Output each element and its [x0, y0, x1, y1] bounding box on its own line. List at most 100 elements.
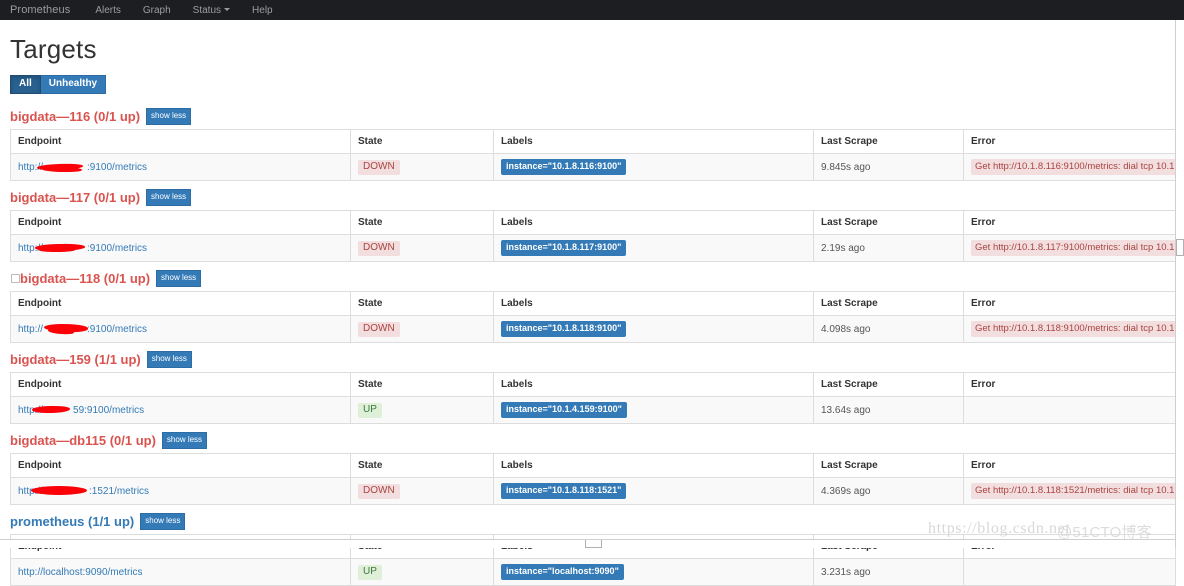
table-header-error: Error — [963, 129, 1176, 154]
table-header-endpoint: Endpoint — [10, 210, 351, 235]
table-header-last-scrape: Last Scrape — [813, 291, 964, 316]
target-group-header: bigdata—db115 (0/1 up) show less — [10, 431, 1176, 449]
brand-prometheus[interactable]: Prometheus — [10, 4, 84, 16]
instance-label-badge[interactable]: instance="localhost:9090" — [501, 564, 624, 580]
cell-last-scrape: 3.231s ago — [813, 558, 964, 586]
last-scrape-value: 2.19s ago — [821, 242, 865, 254]
cell-labels: instance="10.1.8.118:1521" — [493, 477, 814, 505]
targets-table: EndpointStateLabelsLast ScrapeErrorhttp:… — [10, 210, 1176, 262]
error-message: Get http://10.1.8.118:9100/metrics: dial… — [971, 321, 1175, 337]
table-header-labels: Labels — [493, 210, 814, 235]
show-less-button[interactable]: show less — [146, 350, 192, 368]
endpoint-link[interactable]: http:// 59:9100/metrics — [18, 405, 144, 416]
horizontal-scrollbar-thumb[interactable] — [585, 540, 602, 548]
show-less-button[interactable]: show less — [156, 269, 202, 287]
show-less-button[interactable]: show less — [146, 188, 192, 206]
vertical-scrollbar-thumb[interactable] — [1176, 239, 1184, 256]
target-group-header: prometheus (1/1 up) show less — [10, 512, 1176, 530]
cell-endpoint: http://localhost:9090/metrics — [10, 558, 351, 586]
target-group-header: bigdata—118 (0/1 up) show less — [10, 269, 1176, 287]
table-header-last-scrape: Last Scrape — [813, 210, 964, 235]
nav-item-status[interactable]: Status — [182, 5, 241, 16]
endpoint-suffix: :9100/metrics — [87, 242, 148, 254]
endpoint-link[interactable]: http://:1521/metrics — [18, 485, 149, 497]
endpoint-prefix: http:// — [18, 485, 44, 497]
endpoint-suffix: :9100/metrics — [87, 323, 148, 335]
cell-state: DOWN — [350, 477, 494, 505]
show-less-button[interactable]: show less — [146, 107, 192, 125]
table-header-endpoint: Endpoint — [10, 129, 351, 154]
status-badge: DOWN — [358, 240, 400, 256]
endpoint-link[interactable]: http://:9100/metrics — [18, 243, 147, 254]
redaction-marker — [47, 327, 75, 335]
endpoint-link[interactable]: http://:9100/metrics — [18, 162, 147, 173]
table-header-labels: Labels — [493, 372, 814, 397]
cell-error — [963, 558, 1176, 586]
table-header-labels: Labels — [493, 129, 814, 154]
instance-label-badge[interactable]: instance="10.1.8.117:9100" — [501, 240, 627, 256]
endpoint-prefix: http:// — [18, 404, 44, 416]
vertical-scrollbar[interactable] — [1175, 20, 1184, 548]
stray-checkbox-artifact — [11, 274, 20, 283]
error-message: Get http://10.1.8.117:9100/metrics: dial… — [971, 240, 1175, 256]
table-header-labels: Labels — [493, 291, 814, 316]
table-row: http:// 59:9100/metrics UP instance="10.1.4… — [10, 396, 1176, 424]
table-header-last-scrape: Last Scrape — [813, 129, 964, 154]
nav-item-help[interactable]: Help — [241, 5, 284, 16]
instance-label-badge[interactable]: instance="10.1.8.118:1521" — [501, 483, 627, 499]
target-group-header: bigdata—117 (0/1 up) show less — [10, 188, 1176, 206]
show-less-button[interactable]: show less — [140, 512, 186, 530]
status-badge: DOWN — [358, 483, 400, 499]
targets-table: EndpointStateLabelsLast ScrapeErrorhttp:… — [10, 372, 1176, 424]
table-header-last-scrape: Last Scrape — [813, 372, 964, 397]
nav-item-status-label: Status — [192, 4, 222, 16]
status-badge: UP — [358, 402, 382, 418]
last-scrape-value: 4.369s ago — [821, 485, 871, 497]
target-group-title: bigdata—118 (0/1 up) — [20, 270, 151, 286]
target-group: bigdata—159 (1/1 up) show less Endpoint Sta… — [10, 350, 1176, 424]
top-navbar: Prometheus Alerts Graph Status Help — [0, 0, 1184, 20]
endpoint-prefix: http://localhost:9090/metrics — [18, 566, 143, 578]
cell-endpoint: http://:9100/metrics — [10, 315, 351, 343]
endpoint-suffix: 59:9100/metrics — [73, 404, 145, 416]
horizontal-scrollbar[interactable] — [0, 539, 1175, 548]
target-group-header: bigdata—116 (0/1 up) show less — [10, 107, 1176, 125]
cell-endpoint: http://:9100/metrics — [10, 153, 351, 181]
status-badge: DOWN — [358, 159, 400, 175]
nav-item-alerts[interactable]: Alerts — [84, 5, 132, 16]
instance-label-badge[interactable]: instance="10.1.4.159:9100" — [501, 402, 627, 418]
cell-last-scrape: 4.098s ago — [813, 315, 964, 343]
table-header-state: State — [350, 372, 494, 397]
table-row: http://:9100/metrics DOWN instance="10.1.8… — [10, 153, 1176, 181]
target-group-title: bigdata—116 (0/1 up) — [10, 108, 141, 124]
show-less-button[interactable]: show less — [161, 431, 208, 449]
targets-table: EndpointStateLabelsLast ScrapeErrorhttp:… — [10, 291, 1176, 343]
instance-label-badge[interactable]: instance="10.1.8.118:9100" — [501, 321, 627, 337]
table-header-row: EndpointStateLabelsLast ScrapeError — [10, 129, 1176, 154]
endpoint-link[interactable]: http://localhost:9090/metrics — [18, 567, 143, 578]
page-content: Targets All Unhealthy bigdata—116 (0/1 u… — [0, 34, 1184, 586]
target-groups-container: bigdata—116 (0/1 up) show less Endpoint Sta… — [10, 107, 1176, 586]
cell-last-scrape: 9.845s ago — [813, 153, 964, 181]
cell-error: Get http://10.1.8.118:1521/metrics: dial… — [963, 477, 1176, 505]
filter-button-group: All Unhealthy — [10, 75, 107, 94]
nav-item-graph[interactable]: Graph — [132, 5, 182, 16]
last-scrape-value: 4.098s ago — [821, 323, 871, 335]
filter-all-button[interactable]: All — [10, 75, 41, 94]
cell-labels: instance="10.1.8.116:9100" — [493, 153, 814, 181]
last-scrape-value: 3.231s ago — [821, 566, 871, 578]
cell-endpoint: http://:1521/metrics — [10, 477, 351, 505]
instance-label-badge[interactable]: instance="10.1.8.116:9100" — [501, 159, 627, 175]
target-group: prometheus (1/1 up)show lessEndpointStat… — [10, 512, 1176, 586]
cell-state: UP — [350, 396, 494, 424]
filter-unhealthy-button[interactable]: Unhealthy — [40, 75, 107, 94]
table-header-row: EndpointStateLabelsLast ScrapeError — [10, 453, 1176, 478]
cell-last-scrape: 4.369s ago — [813, 477, 964, 505]
table-row: http://:1521/metrics DOWN instance="10.1.8… — [10, 477, 1176, 505]
table-header-error: Error — [963, 453, 1176, 478]
table-header-state: State — [350, 129, 494, 154]
endpoint-link[interactable]: http://:9100/metrics — [18, 322, 148, 335]
error-message: Get http://10.1.8.116:9100/metrics: dial… — [971, 159, 1175, 175]
cell-labels: instance="localhost:9090" — [493, 558, 814, 586]
table-header-error: Error — [963, 291, 1176, 316]
